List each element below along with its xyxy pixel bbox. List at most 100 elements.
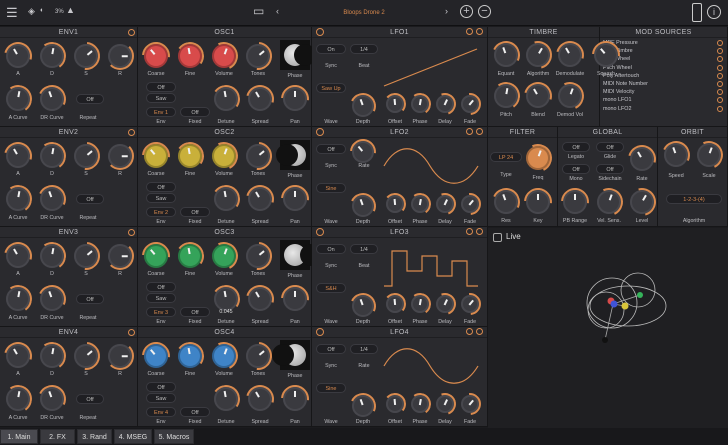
tab-4[interactable]: 4. MSEG [114,429,152,444]
env-mod-icon[interactable] [128,129,135,136]
fixed-button[interactable]: Off [180,107,210,117]
sidechain-toggle-button[interactable]: Off [596,164,624,174]
add-icon[interactable]: + [460,5,473,18]
mod-source-item[interactable]: MPE Pressure [600,39,728,47]
mod-source-drag-icon[interactable] [717,80,723,87]
env-select-button[interactable]: Env 2 [146,207,176,217]
lfo-on-button[interactable]: Off [316,344,346,354]
lfo-rate-button[interactable]: 1/4 [350,44,378,54]
env-mod-icon[interactable] [128,229,135,236]
lfo-mod-icon[interactable] [466,228,473,235]
lfo-mod-icon-2[interactable] [476,128,483,135]
lfo-title: LFO4 [312,327,487,338]
mod-source-drag-icon[interactable] [717,48,723,55]
lfo-mod-icon[interactable] [466,328,473,335]
layers-icon[interactable]: ◈ [28,6,35,17]
wave-button[interactable]: Sine [316,183,346,193]
device-icon[interactable] [692,3,702,22]
mod-source-item[interactable]: MIDI Note Number [600,80,728,88]
phase-moon-icon[interactable] [276,140,310,170]
mod-source-item[interactable]: MIDI Velocity [600,88,728,96]
spread-knob-arc [240,379,280,419]
mod-source-drag-icon[interactable] [717,64,723,71]
osc-off-button[interactable]: Off [146,82,176,92]
folder-icon[interactable]: ▭ [253,4,264,18]
lfo-mod-icon-2[interactable] [476,328,483,335]
mod-source-drag-icon[interactable] [717,40,723,46]
phase-moon-icon[interactable] [280,240,322,270]
lfo-mod-icon-2[interactable] [476,228,483,235]
demod-vol-label: Demod Vol [557,112,583,118]
lfo-on-button[interactable]: Off [316,144,346,154]
env-select-button[interactable]: Env 4 [146,407,176,417]
mono-button[interactable]: Off [562,142,590,152]
waveform-button[interactable]: Saw [146,293,176,303]
osc-title: OSC1 [138,27,311,38]
env-mod-icon[interactable] [128,329,135,336]
sidechain-button[interactable]: Off [596,142,624,152]
lfo-rate-button[interactable]: 1/4 [350,244,378,254]
power-icon[interactable]: ◐ [40,7,44,14]
remove-icon[interactable]: − [478,5,491,18]
lfo-mod-icon-2[interactable] [476,28,483,35]
pan-label: Pan [290,219,300,225]
osc-off-button[interactable]: Off [146,282,176,292]
lfo-power-icon[interactable] [316,328,324,336]
mod-source-item[interactable]: mono LFO2 [600,105,728,113]
lfo-mod-icon[interactable] [466,28,473,35]
waveform-button[interactable]: Saw [146,193,176,203]
lfo-mod-icon[interactable] [466,128,473,135]
fixed-button[interactable]: Off [180,407,210,417]
lfo-power-icon[interactable] [316,128,324,136]
env-mod-icon[interactable] [128,29,135,36]
next-preset-icon[interactable]: › [445,6,448,16]
info-icon[interactable]: i [707,5,721,19]
lfo-power-icon[interactable] [316,28,324,36]
orbit-visualizer[interactable]: Live [488,228,728,428]
lfo-on-button[interactable]: On [316,244,346,254]
lfo-power-icon[interactable] [316,228,324,236]
mod-source-drag-icon[interactable] [717,105,723,112]
mod-source-drag-icon[interactable] [717,56,723,63]
repeat-button[interactable]: Off [76,294,104,304]
env-select-button[interactable]: Env 1 [146,107,176,117]
env-knob-0-arc [0,336,38,376]
wave-button[interactable]: Sine [316,383,346,393]
tab-1[interactable]: 1. Main [0,429,38,444]
fade-label: Fade [463,419,477,425]
env-label-3: R [118,71,122,77]
algorithm-select-button[interactable]: 1-2-3-(4) [666,194,722,204]
mod-source-item[interactable]: mono LFO1 [600,96,728,104]
spread-label: Spread [251,419,269,425]
offset-knob-arc [383,92,407,116]
warning-icon[interactable]: ▲ [66,5,75,15]
lfo-rate-button[interactable]: 1/4 [350,344,378,354]
mod-source-drag-icon[interactable] [717,89,723,96]
phase-moon-icon[interactable] [280,40,316,70]
preset-name[interactable]: Bloops Drone 2 [0,0,728,26]
mono-toggle-button[interactable]: Off [562,164,590,174]
lfo-on-button[interactable]: On [316,44,346,54]
fixed-button[interactable]: Off [180,207,210,217]
repeat-button[interactable]: Off [76,394,104,404]
osc-off-button[interactable]: Off [146,382,176,392]
filter-type-button[interactable]: LP 24 [490,152,522,162]
wave-button[interactable]: Saw Up [316,83,346,93]
env-select-button[interactable]: Env 3 [146,307,176,317]
repeat-button[interactable]: Off [76,94,104,104]
wave-button[interactable]: S&H [316,283,346,293]
prev-preset-icon[interactable]: ‹ [276,6,279,16]
env-knob-2-arc [66,136,106,176]
lfo-title: LFO2 [312,127,487,138]
tab-5[interactable]: 5. Macros [154,429,194,444]
repeat-button[interactable]: Off [76,194,104,204]
waveform-button[interactable]: Saw [146,393,176,403]
osc-off-button[interactable]: Off [146,182,176,192]
tab-2[interactable]: 2. FX [40,429,75,444]
tab-3[interactable]: 3. Rand [77,429,112,444]
menu-icon[interactable]: ☰ [6,5,18,21]
phase-moon-icon[interactable] [272,340,310,370]
mod-source-drag-icon[interactable] [717,72,723,79]
waveform-button[interactable]: Saw [146,93,176,103]
mod-source-drag-icon[interactable] [717,97,723,104]
